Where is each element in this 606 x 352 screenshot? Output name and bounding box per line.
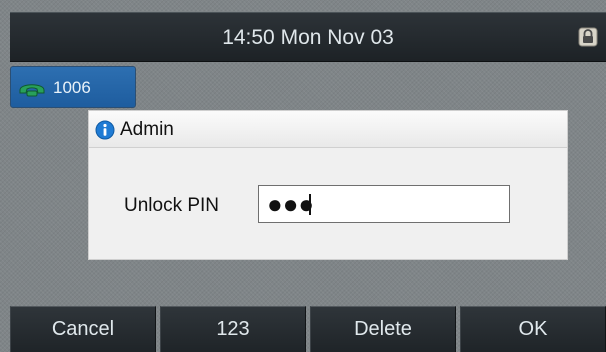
unlock-pin-input[interactable]: ●●●: [258, 185, 510, 223]
line-key-1006[interactable]: 1006: [10, 66, 136, 108]
dialog-title: Admin: [120, 119, 174, 140]
text-cursor: [309, 194, 311, 215]
admin-pin-dialog: Admin Unlock PIN ●●●: [88, 110, 568, 260]
ok-softkey[interactable]: OK: [460, 306, 606, 352]
phone-screen: 14:50 Mon Nov 03 1006 Admin Unlock PIN ●…: [0, 0, 606, 352]
pin-masked-value: ●●●: [267, 189, 315, 219]
cancel-softkey[interactable]: Cancel: [10, 306, 156, 352]
info-icon: [95, 120, 115, 140]
lock-icon: [578, 27, 598, 47]
unlock-pin-label: Unlock PIN: [124, 195, 220, 216]
phone-handset-icon: [19, 84, 45, 97]
time-date-display: 14:50 Mon Nov 03: [222, 26, 394, 49]
dialog-header: Admin: [89, 111, 567, 148]
status-bar: 14:50 Mon Nov 03: [10, 12, 606, 62]
softkey-bar: Cancel 123 Delete OK: [10, 306, 606, 352]
line-key-label: 1006: [53, 78, 91, 97]
delete-softkey[interactable]: Delete: [310, 306, 456, 352]
input-mode-softkey[interactable]: 123: [160, 306, 306, 352]
